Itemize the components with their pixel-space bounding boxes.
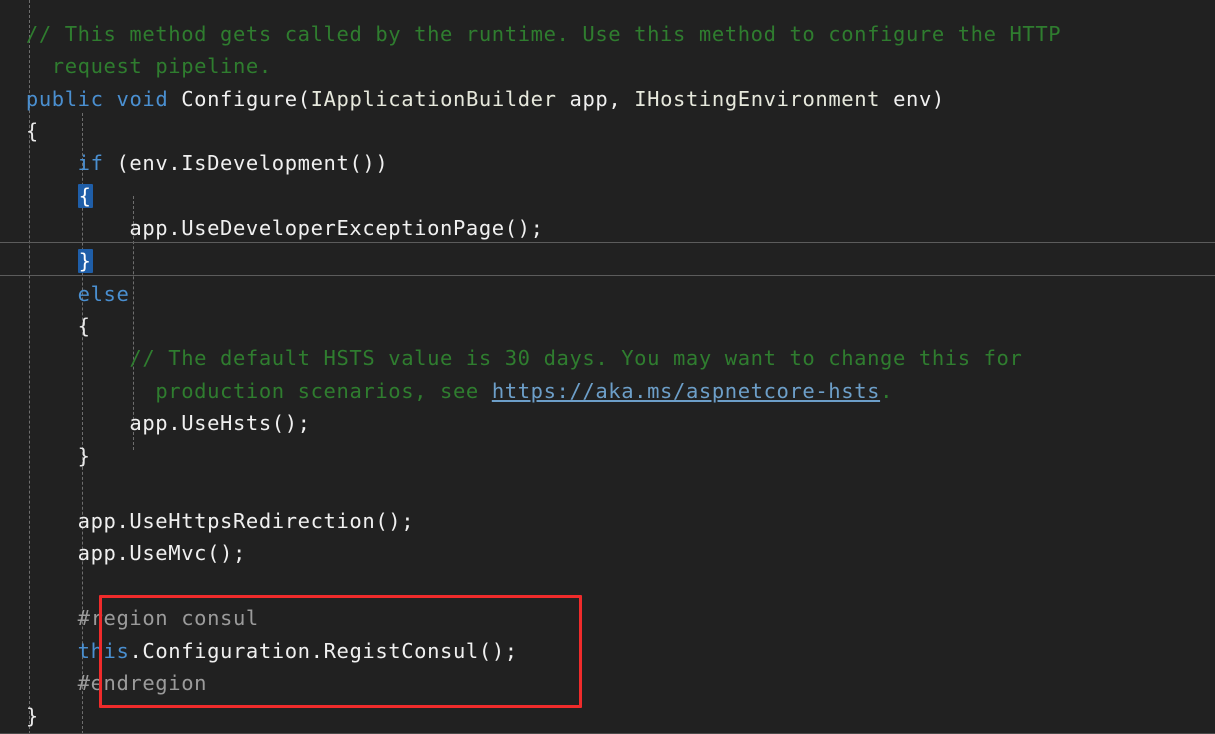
code-token-plain: app,	[556, 87, 635, 111]
code-line[interactable]: }	[0, 245, 93, 277]
matching-brace-highlight: {	[77, 184, 93, 208]
code-token-comment: production scenarios, see	[155, 379, 492, 403]
code-line[interactable]: production scenarios, see https://aka.ms…	[0, 375, 893, 407]
code-token-plain: app.UseMvc();	[0, 541, 246, 565]
code-token-plain: Configure(	[181, 87, 311, 111]
matching-brace-highlight: }	[77, 249, 93, 273]
code-line[interactable]: #endregion	[0, 667, 207, 699]
code-token-keyword: void	[116, 87, 169, 111]
code-line[interactable]: #region consul	[0, 602, 259, 634]
code-editor-canvas[interactable]: // This method gets called by the runtim…	[0, 0, 1215, 734]
code-token-comment: // This method gets called by the runtim…	[25, 22, 1062, 46]
code-token-plain: env)	[880, 87, 945, 111]
code-line[interactable]: // The default HSTS value is 30 days. Yo…	[0, 342, 1022, 374]
code-token-keyword: public	[25, 87, 104, 111]
code-token-plain: (env.IsDevelopment())	[103, 151, 389, 175]
code-line[interactable]: this.Configuration.RegistConsul();	[0, 635, 518, 667]
code-token-brace: {	[0, 119, 39, 143]
code-line[interactable]: public void Configure(IApplicationBuilde…	[0, 83, 945, 115]
code-token-type: IHostingEnvironment	[634, 87, 881, 111]
code-line[interactable]: if (env.IsDevelopment())	[0, 147, 388, 179]
code-token-keyword: this	[77, 639, 130, 663]
code-token-pre: #region	[77, 606, 169, 630]
code-token-plain: app.UseHttpsRedirection();	[0, 509, 415, 533]
code-token-plain: app.UseHsts();	[0, 411, 311, 435]
code-token-pre: consul	[181, 606, 259, 630]
code-line[interactable]: app.UseHsts();	[0, 407, 311, 439]
code-token-comment: request pipeline.	[51, 54, 272, 78]
current-line-highlight	[0, 242, 1215, 276]
code-token-keyword: if	[77, 151, 104, 175]
code-token-brace: }	[0, 704, 39, 728]
code-line[interactable]: }	[0, 700, 39, 732]
code-line[interactable]: {	[0, 115, 39, 147]
code-line[interactable]: // This method gets called by the runtim…	[0, 18, 1061, 50]
code-line[interactable]: app.UseDeveloperExceptionPage();	[0, 212, 544, 244]
code-token-pre: #endregion	[77, 671, 208, 695]
code-line[interactable]: {	[0, 180, 93, 212]
code-token-comment: // The default HSTS value is 30 days. Yo…	[129, 346, 1023, 370]
code-token-plain: app.UseDeveloperExceptionPage();	[0, 216, 544, 240]
code-token-keyword: else	[77, 282, 130, 306]
code-line[interactable]: else	[0, 278, 129, 310]
code-line[interactable]: app.UseMvc();	[0, 537, 246, 569]
code-token-type: IApplicationBuilder	[310, 87, 557, 111]
code-line[interactable]: request pipeline.	[0, 50, 272, 82]
code-line[interactable]: {	[0, 310, 91, 342]
code-line[interactable]: app.UseHttpsRedirection();	[0, 505, 414, 537]
code-token-plain: .Configuration.RegistConsul();	[129, 639, 518, 663]
code-token-comment: .	[880, 379, 894, 403]
code-link[interactable]: https://aka.ms/aspnetcore-hsts	[492, 379, 880, 403]
code-line[interactable]: }	[0, 440, 91, 472]
code-token-brace: {	[0, 314, 91, 338]
code-token-brace: }	[0, 444, 91, 468]
